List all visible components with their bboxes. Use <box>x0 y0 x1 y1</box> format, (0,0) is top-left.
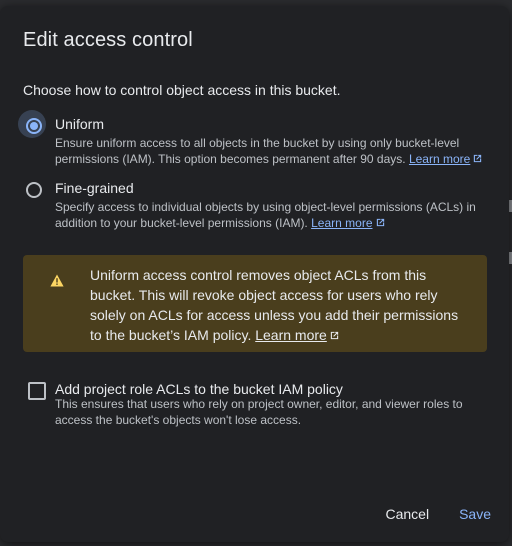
uniform-label: Uniform <box>55 116 105 132</box>
checkbox-label: Add project role ACLs to the bucket IAM … <box>55 381 343 397</box>
save-button[interactable]: Save <box>459 506 491 522</box>
option-fine-grained[interactable]: Fine-grained Specify access to individua… <box>25 180 495 230</box>
warning-message: Uniform access control removes object AC… <box>90 265 470 345</box>
add-project-role-acls-checkbox[interactable] <box>28 382 46 400</box>
fine-grained-label: Fine-grained <box>55 180 134 196</box>
warning-callout: Uniform access control removes object AC… <box>23 255 487 352</box>
dialog-subtitle: Choose how to control object access in t… <box>23 82 341 98</box>
edit-access-control-dialog: Edit access control Choose how to contro… <box>0 6 509 542</box>
fine-grained-description-text: Specify access to individual objects by … <box>55 200 476 230</box>
warning-icon <box>50 274 64 287</box>
warning-learn-more-label: Learn more <box>255 327 327 343</box>
uniform-learn-more-link[interactable]: Learn more <box>409 152 483 166</box>
dialog-title: Edit access control <box>23 29 193 51</box>
external-link-icon <box>474 154 482 163</box>
fine-grained-radio[interactable] <box>26 182 42 198</box>
external-link-icon <box>330 331 338 340</box>
uniform-description-text: Ensure uniform access to all objects in … <box>55 136 460 166</box>
uniform-learn-more-label: Learn more <box>408 152 471 166</box>
warning-learn-more-link[interactable]: Learn more <box>255 327 340 343</box>
uniform-description: Ensure uniform access to all objects in … <box>55 135 495 167</box>
checkbox-description: This ensures that users who rely on proj… <box>55 397 463 427</box>
fine-grained-description: Specify access to individual objects by … <box>55 199 495 231</box>
option-uniform[interactable]: Uniform Ensure uniform access to all obj… <box>18 110 495 167</box>
cancel-button[interactable]: Cancel <box>385 506 429 522</box>
uniform-radio[interactable] <box>26 118 42 134</box>
fine-grained-learn-more-label: Learn more <box>311 216 373 230</box>
dialog-actions: Cancel Save <box>385 506 491 522</box>
fine-grained-learn-more-link[interactable]: Learn more <box>311 216 385 230</box>
external-link-icon <box>376 218 384 227</box>
